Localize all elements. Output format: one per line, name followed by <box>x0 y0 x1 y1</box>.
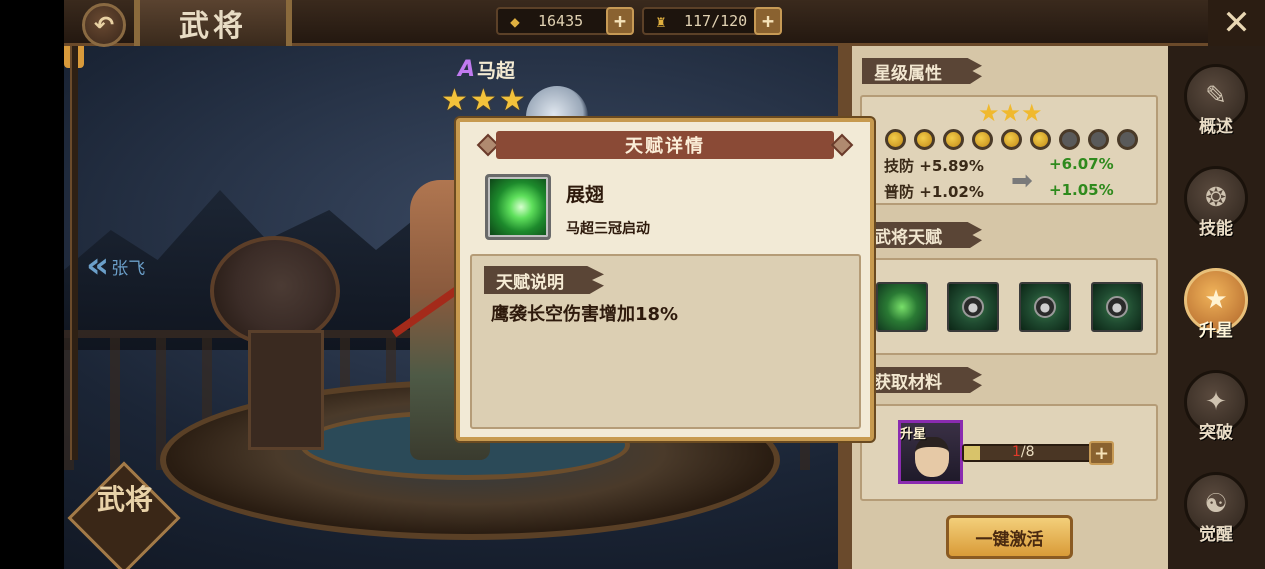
stamina-value: 117/120 <box>684 12 748 30</box>
talent-icon-2[interactable]: ● <box>947 282 999 332</box>
dialog-title: 天赋详情 <box>496 131 834 159</box>
prev-hero-button[interactable]: « 张飞 <box>86 248 145 284</box>
nav-overview[interactable]: ✎ 概述 <box>1181 64 1251 137</box>
flag-pole <box>70 40 78 460</box>
progress-dot-empty <box>1088 129 1109 150</box>
attr-value: +1.02% <box>919 183 984 201</box>
hero-stars: ★ ★ ★ <box>441 86 526 116</box>
nav-skills[interactable]: ❂ 技能 <box>1181 166 1251 239</box>
progress-dot-filled <box>972 129 993 150</box>
nav-awaken[interactable]: ☯ 觉醒 <box>1181 472 1251 545</box>
nav-label: 技能 <box>1199 219 1233 239</box>
description-text: 鹰袭长空伤害增加18% <box>491 304 679 325</box>
talent-icon-3[interactable]: ● <box>1019 282 1071 332</box>
star-icon: ★ <box>999 99 1022 127</box>
lantern-stand <box>248 330 324 450</box>
attr-label: 技防 <box>884 157 915 175</box>
skill-name: 展翅 <box>566 184 605 206</box>
attr-next-value: +6.07% <box>1049 155 1114 173</box>
add-stamina-button[interactable]: + <box>754 7 782 35</box>
diamond-ornament <box>830 133 854 157</box>
close-icon: ✕ <box>1222 3 1251 43</box>
add-material-button[interactable]: + <box>1089 441 1114 465</box>
star-icon: ★ <box>441 83 468 118</box>
material-need: /8 <box>1020 444 1035 460</box>
progress-dot-empty <box>1117 129 1138 150</box>
progress-dot-filled <box>914 129 935 150</box>
hero-name: 马超 <box>477 60 516 82</box>
skill-condition: 马超三冠启动 <box>566 221 650 237</box>
nav-breakthrough[interactable]: ✦ 突破 <box>1181 370 1251 443</box>
back-button[interactable]: ↶ <box>82 3 126 47</box>
gold-ingot-icon: ◆ <box>510 11 520 31</box>
hero-name-label: A 马超 <box>458 56 515 83</box>
attr-label: 普防 <box>884 183 915 201</box>
progress-dot-filled <box>943 129 964 150</box>
star-icon: ★ <box>469 83 497 118</box>
activate-all-button[interactable]: 一键激活 <box>946 515 1073 559</box>
gold-value: 16435 <box>538 12 584 30</box>
material-count: 1/8 <box>1012 444 1035 460</box>
attr-row-normal-def: 普防 +1.02% <box>884 181 984 202</box>
talent-icon-4[interactable]: ● <box>1091 282 1143 332</box>
panel-stars: ★ ★ ★ <box>978 101 1043 125</box>
star-icon: ★ <box>1021 99 1043 127</box>
generals-badge: 武将 <box>96 483 153 516</box>
hero-face <box>915 437 949 477</box>
star-attributes-tag: 星级属性 <box>862 58 982 84</box>
close-button[interactable]: ✕ <box>1208 0 1265 46</box>
material-have: 1 <box>1012 444 1021 460</box>
chevron-left-icon: « <box>86 245 110 286</box>
nav-label: 概述 <box>1199 117 1233 137</box>
material-progress-fill <box>964 446 980 460</box>
nav-star-up[interactable]: ★ 升星 <box>1181 268 1251 341</box>
dialog-header: 天赋详情 <box>476 131 854 159</box>
add-gold-button[interactable]: + <box>606 7 634 35</box>
back-arrow-icon: ↶ <box>93 11 115 39</box>
talent-icon-1[interactable] <box>876 282 928 332</box>
nav-label: 觉醒 <box>1199 525 1233 545</box>
lock-icon: ● <box>962 296 984 318</box>
material-label: 升星 <box>900 427 927 442</box>
nav-label: 突破 <box>1199 423 1233 443</box>
attr-next-value: +1.05% <box>1049 181 1114 199</box>
progress-dot-filled <box>1030 129 1051 150</box>
left-letterbox <box>0 0 64 569</box>
gold-counter: ◆ 16435 + <box>496 7 634 35</box>
stamina-counter: ♜ 117/120 + <box>642 7 782 35</box>
attr-row-skill-def: 技防 +5.89% <box>884 155 984 176</box>
lock-icon: ● <box>1034 296 1056 318</box>
lock-icon: ● <box>1106 296 1128 318</box>
star-icon: ★ <box>978 99 1000 127</box>
arrow-right-icon: ➡ <box>1011 166 1033 196</box>
page-title: 武将 <box>134 0 292 46</box>
nav-label: 升星 <box>1199 321 1233 341</box>
description-tag: 天赋说明 <box>484 266 604 294</box>
progress-dot-filled <box>1001 129 1022 150</box>
progress-dot-empty <box>1059 129 1080 150</box>
talent-tag: 武将天赋 <box>862 222 982 248</box>
attr-value: +5.89% <box>919 157 984 175</box>
wing-skill-icon <box>485 174 551 240</box>
prev-hero-name: 张飞 <box>111 258 146 279</box>
star-icon: ★ <box>498 83 526 118</box>
progress-dot-filled <box>885 129 906 150</box>
hero-grade: A <box>458 57 476 82</box>
star-progress-dots <box>885 129 1138 150</box>
material-tag: 获取材料 <box>862 367 982 393</box>
stamina-icon: ♜ <box>656 11 666 31</box>
